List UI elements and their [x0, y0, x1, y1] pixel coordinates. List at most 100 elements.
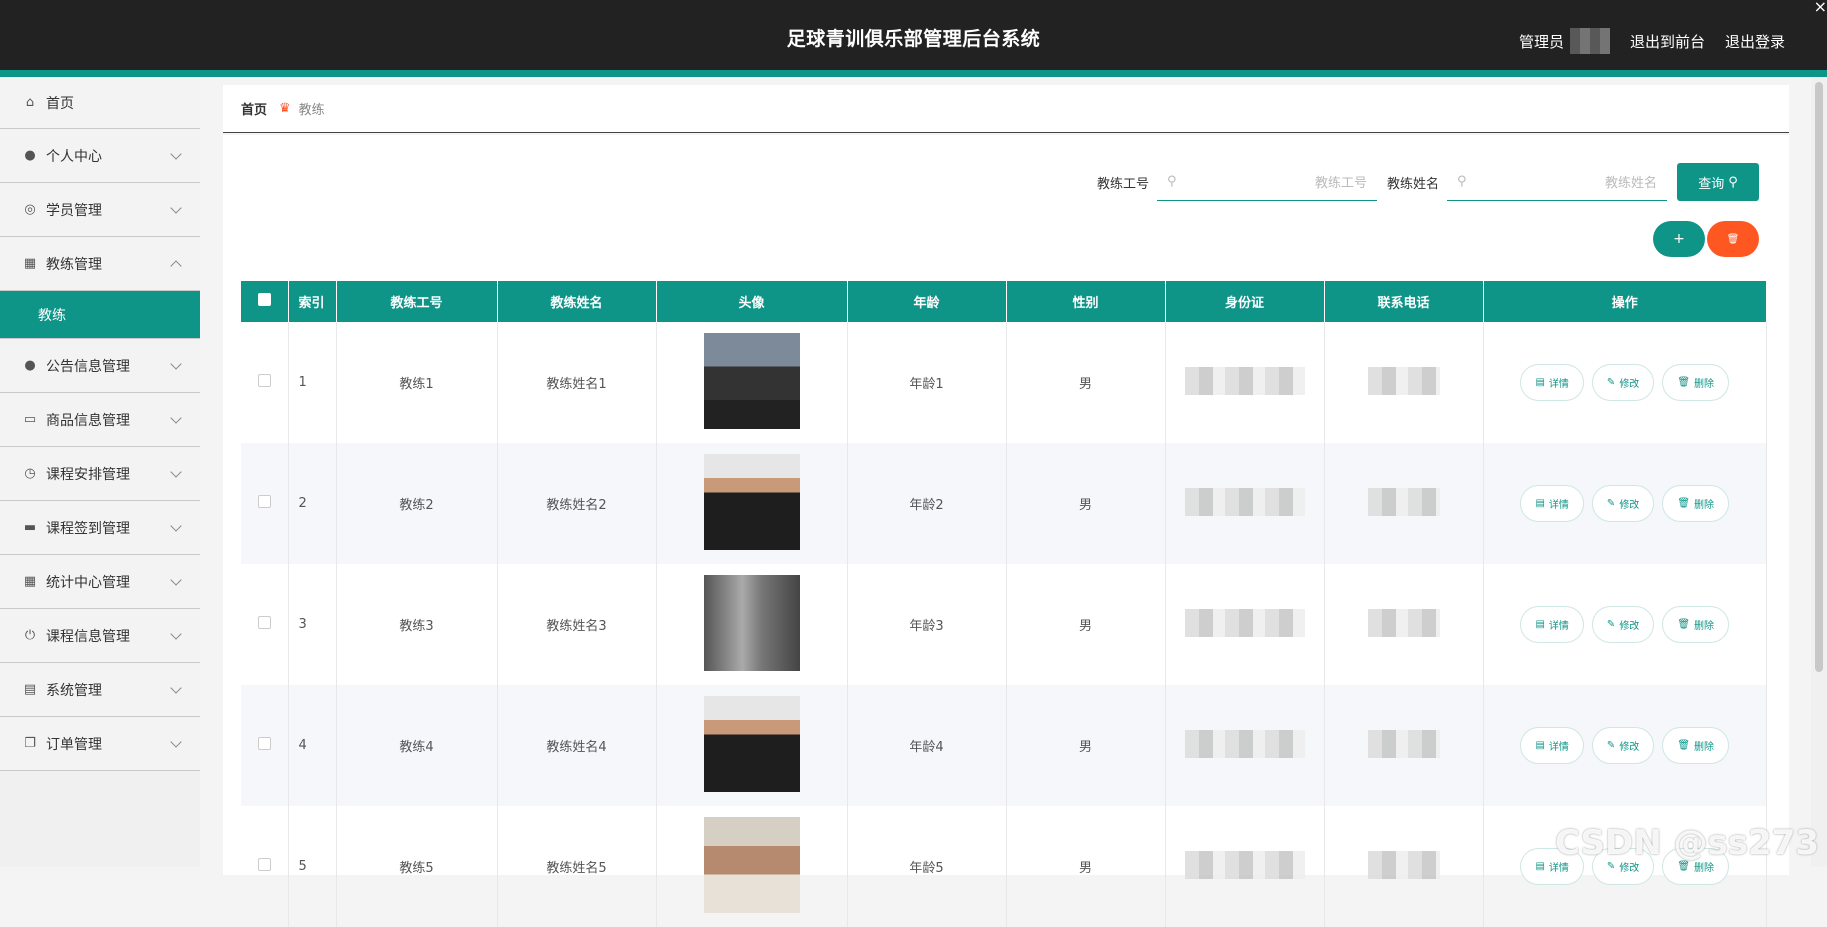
id-card-blurred [1185, 488, 1305, 516]
sidebar-item-label: 课程签到管理 [46, 518, 130, 538]
table-row: 2教练2教练姓名2年龄2男▤详情✎修改🗑删除 [241, 443, 1767, 564]
search-icon: ⚲ [1167, 174, 1177, 189]
chevron-down-icon [170, 358, 181, 369]
col-actions: 操作 [1483, 281, 1767, 322]
logout-link[interactable]: 退出登录 [1725, 31, 1785, 52]
row-select-cell[interactable] [241, 443, 288, 564]
sidebar-item-personal[interactable]: ● 个人中心 [0, 129, 200, 183]
sidebar-subitem-coach[interactable]: 教练 [0, 291, 200, 339]
coach-photo[interactable] [704, 575, 800, 671]
sidebar-item-stats[interactable]: ▦ 统计中心管理 [0, 555, 200, 609]
cell-age: 年龄2 [847, 443, 1006, 564]
edit-button[interactable]: ✎修改 [1592, 485, 1654, 522]
sidebar-item-label: 教练管理 [46, 254, 102, 274]
coach-photo[interactable] [704, 454, 800, 550]
sidebar-item-system[interactable]: ▤ 系统管理 [0, 663, 200, 717]
sidebar-item-checkin[interactable]: ▬ 课程签到管理 [0, 501, 200, 555]
page-scrollbar[interactable] [1811, 77, 1827, 867]
power-icon: ⏻ [22, 628, 38, 644]
add-button[interactable]: + [1653, 221, 1705, 257]
delete-button[interactable]: 🗑删除 [1662, 606, 1729, 643]
cell-age: 年龄3 [847, 564, 1006, 685]
cell-coach-no: 教练1 [336, 322, 497, 443]
select-all-cell[interactable] [241, 281, 288, 322]
coach-photo[interactable] [704, 696, 800, 792]
cell-gender: 男 [1006, 685, 1165, 806]
trash-icon: 🗑 [1677, 377, 1690, 388]
scrollbar-thumb[interactable] [1815, 82, 1823, 672]
trash-icon: 🗑 [1677, 740, 1690, 751]
sidebar-item-notices[interactable]: ● 公告信息管理 [0, 339, 200, 393]
coach-photo[interactable] [704, 817, 800, 913]
id-card-blurred [1185, 609, 1305, 637]
exit-to-front-link[interactable]: 退出到前台 [1630, 31, 1705, 52]
close-icon[interactable]: × [1814, 0, 1827, 14]
grid-icon: ▦ [22, 256, 38, 272]
select-all-checkbox[interactable] [258, 293, 271, 306]
row-select-cell[interactable] [241, 322, 288, 443]
delete-button[interactable]: 🗑删除 [1662, 364, 1729, 401]
breadcrumb-current: 教练 [299, 99, 325, 118]
sidebar-item-label: 系统管理 [46, 680, 102, 700]
table-header-row: 索引 教练工号 教练姓名 头像 年龄 性别 身份证 联系电话 操作 [241, 281, 1767, 322]
edit-button[interactable]: ✎ 修改 [1592, 727, 1654, 764]
edit-label: 修改 [1619, 738, 1639, 753]
row-checkbox[interactable] [258, 374, 271, 387]
cell-coach-name: 教练姓名3 [497, 564, 656, 685]
sidebar-item-students[interactable]: ◎ 学员管理 [0, 183, 200, 237]
watermark: CSDN @ss273 [1555, 823, 1819, 863]
pencil-icon: ✎ [1607, 740, 1615, 751]
sidebar-item-schedule[interactable]: ◷ 课程安排管理 [0, 447, 200, 501]
document-icon: ▤ [1535, 377, 1544, 388]
coach-photo[interactable] [704, 333, 800, 429]
row-checkbox[interactable] [258, 858, 271, 871]
edit-label: 修改 [1619, 375, 1639, 390]
row-checkbox[interactable] [258, 737, 271, 750]
chevron-down-icon [170, 736, 181, 747]
phone-blurred [1368, 851, 1440, 879]
breadcrumb-home[interactable]: 首页 [241, 99, 267, 118]
home-icon: ⌂ [22, 95, 38, 111]
row-select-cell[interactable] [241, 685, 288, 806]
coach-name-input[interactable]: ⚲ 教练姓名 [1447, 163, 1667, 201]
sidebar-item-coaches[interactable]: ▦ 教练管理 [0, 237, 200, 291]
delete-label: 删除 [1694, 496, 1714, 511]
cell-avatar [656, 564, 847, 685]
sidebar-item-orders[interactable]: ❐ 订单管理 [0, 717, 200, 771]
query-button[interactable]: 查询 ⚲ [1677, 163, 1759, 201]
batch-delete-button[interactable]: 🗑 [1707, 221, 1759, 257]
col-id-card: 身份证 [1165, 281, 1324, 322]
id-card-blurred [1185, 851, 1305, 879]
phone-blurred [1368, 609, 1440, 637]
chat-icon: ▭ [22, 412, 38, 428]
compass-icon: ◎ [22, 202, 38, 218]
coach-no-input[interactable]: ⚲ 教练工号 [1157, 163, 1377, 201]
chevron-down-icon [170, 628, 181, 639]
cell-coach-name: 教练姓名1 [497, 322, 656, 443]
cell-phone [1324, 322, 1483, 443]
user-area: 管理员 退出到前台 退出登录 [1519, 28, 1785, 54]
cell-avatar [656, 443, 847, 564]
detail-button[interactable]: ▤详情 [1520, 606, 1583, 643]
row-checkbox[interactable] [258, 616, 271, 629]
edit-button[interactable]: ✎修改 [1592, 364, 1654, 401]
edit-label: 修改 [1619, 617, 1639, 632]
sidebar-item-home[interactable]: ⌂ 首页 [0, 77, 200, 129]
detail-button[interactable]: ▤详情 [1520, 364, 1583, 401]
delete-button[interactable]: 🗑删除 [1662, 485, 1729, 522]
cell-avatar [656, 322, 847, 443]
sidebar-item-courses[interactable]: ⏻ 课程信息管理 [0, 609, 200, 663]
row-select-cell[interactable] [241, 564, 288, 685]
detail-label: 详情 [1549, 617, 1569, 632]
detail-button[interactable]: ▤详情 [1520, 485, 1583, 522]
sidebar-item-goods[interactable]: ▭ 商品信息管理 [0, 393, 200, 447]
briefcase-icon: ▬ [22, 520, 38, 536]
row-checkbox[interactable] [258, 495, 271, 508]
delete-button[interactable]: 🗑删除 [1662, 727, 1729, 764]
cell-actions: ▤详情 ✎ 修改 🗑删除 [1483, 685, 1767, 806]
chevron-down-icon [170, 466, 181, 477]
edit-button[interactable]: ✎修改 [1592, 606, 1654, 643]
cell-index: 2 [288, 443, 336, 564]
user-icon: ● [22, 148, 38, 164]
detail-button[interactable]: ▤详情 [1520, 727, 1583, 764]
